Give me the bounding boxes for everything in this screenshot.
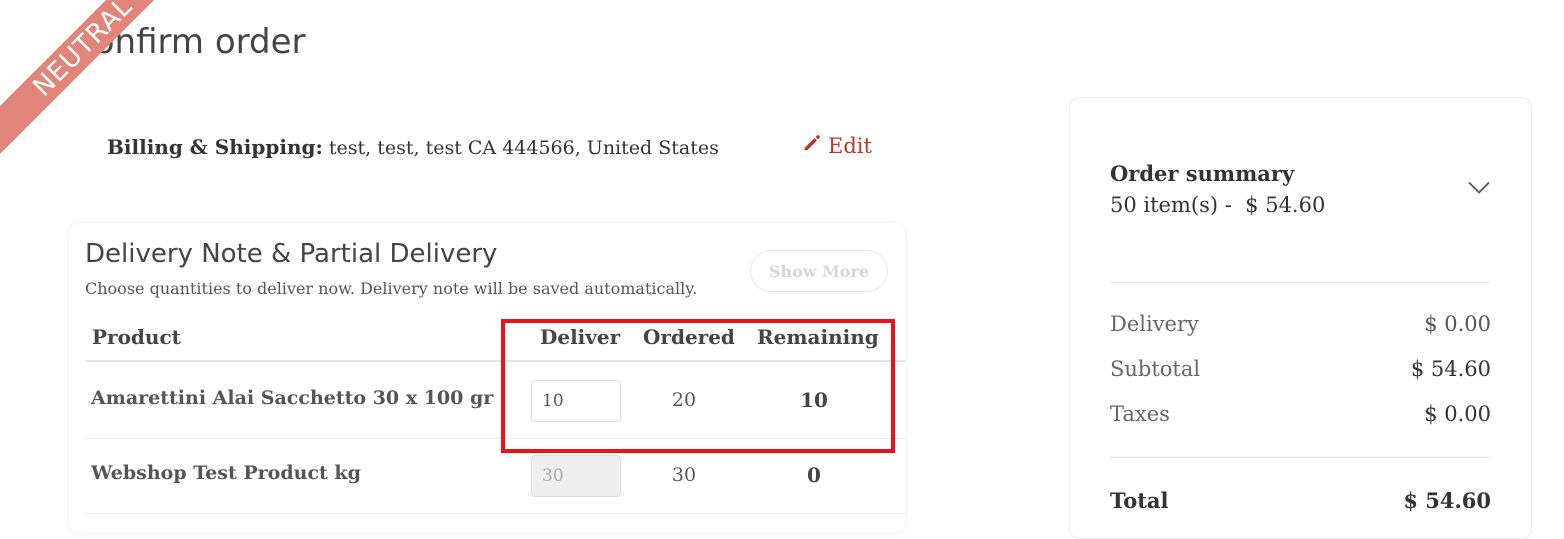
subtotal-value: $ 54.60 [1410, 357, 1491, 381]
remaining-quantity: 10 [800, 388, 828, 412]
row-divider [85, 438, 905, 439]
order-summary-title: Order summary [1110, 161, 1295, 186]
delivery-label: Delivery [1110, 312, 1199, 336]
edit-address-link[interactable]: Edit [802, 133, 872, 158]
show-more-button[interactable]: Show More [750, 250, 888, 292]
order-summary-panel: Order summary 50 item(s) - $ 54.60 Deliv… [1069, 97, 1532, 539]
delivery-card-title: Delivery Note & Partial Delivery [85, 239, 498, 269]
chevron-down-icon[interactable] [1468, 180, 1490, 199]
column-header-remaining: Remaining [757, 325, 879, 349]
billing-label: Billing & Shipping: [107, 135, 323, 159]
table-row-product: Amarettini Alai Sacchetto 30 x 100 gr [91, 387, 494, 409]
total-label: Total [1110, 488, 1169, 513]
subtotal-label: Subtotal [1110, 357, 1201, 381]
remaining-quantity: 0 [807, 463, 821, 487]
table-header-divider [85, 360, 905, 362]
order-summary-items: 50 item(s) - $ 54.60 [1110, 193, 1326, 217]
table-row-product: Webshop Test Product kg [91, 462, 361, 484]
ordered-quantity: 30 [671, 464, 697, 486]
deliver-quantity-input-disabled [531, 455, 621, 497]
row-divider [85, 513, 905, 514]
column-header-product: Product [92, 325, 181, 349]
delivery-card-subtitle: Choose quantities to deliver now. Delive… [85, 279, 698, 298]
total-value: $ 54.60 [1403, 488, 1491, 513]
column-header-ordered: Ordered [643, 325, 735, 349]
summary-divider [1110, 457, 1490, 458]
billing-shipping-info: Billing & Shipping: test, test, test CA … [107, 135, 719, 159]
deliver-quantity-input[interactable] [531, 380, 621, 422]
pencil-icon [802, 133, 822, 158]
column-header-deliver: Deliver [540, 325, 621, 349]
taxes-value: $ 0.00 [1424, 402, 1491, 426]
ordered-quantity: 20 [671, 389, 697, 411]
billing-address: test, test, test CA 444566, United State… [328, 137, 719, 159]
taxes-label: Taxes [1110, 402, 1170, 426]
edit-label: Edit [828, 133, 872, 158]
delivery-note-card: Delivery Note & Partial Delivery Choose … [69, 223, 905, 533]
summary-divider [1110, 282, 1490, 283]
delivery-value: $ 0.00 [1424, 312, 1491, 336]
